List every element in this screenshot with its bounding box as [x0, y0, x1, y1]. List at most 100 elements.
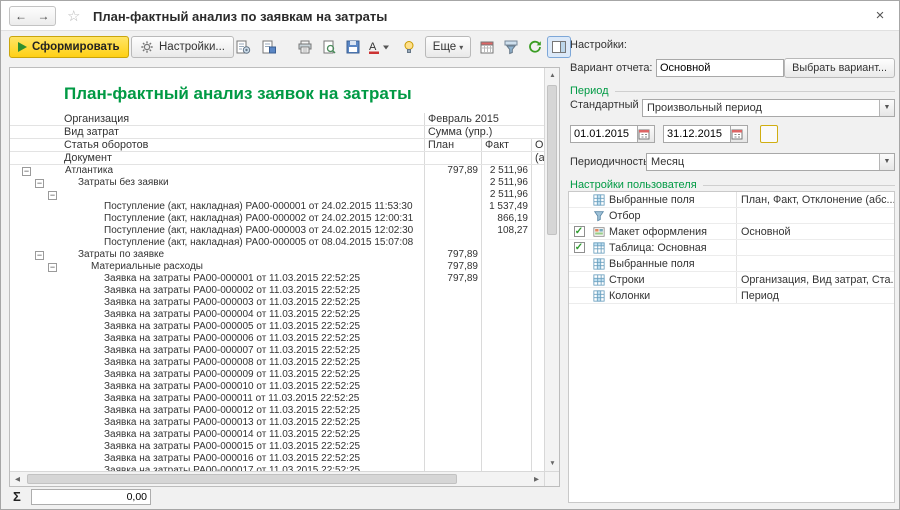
date-to-input[interactable] [663, 125, 731, 143]
fact-cell [481, 261, 531, 273]
fact-cell [481, 357, 531, 369]
setting-checkbox[interactable]: ✓ [574, 242, 585, 253]
report-data-row[interactable]: Заявка на затраты РА00-000001 от 11.03.2… [10, 273, 544, 285]
settings-button[interactable]: Настройки... [131, 36, 234, 58]
highlight-lamp-icon[interactable] [397, 36, 421, 58]
calendar-icon[interactable] [731, 125, 748, 143]
horizontal-scroll-thumb[interactable] [27, 474, 457, 484]
report-group-row[interactable]: −Атлантика797,892 511,96 [10, 165, 544, 177]
row-label: Затраты без заявки [78, 177, 169, 189]
columns-icon [589, 290, 609, 302]
scroll-left-icon[interactable]: ◀ [10, 472, 25, 487]
user-setting-row[interactable]: Отбор [569, 208, 894, 224]
scroll-up-icon[interactable]: ▲ [545, 68, 560, 83]
report-data-row[interactable]: Заявка на затраты РА00-000002 от 11.03.2… [10, 285, 544, 297]
row-label: Затраты по заявке [78, 249, 164, 261]
user-setting-name: Таблица: Основная [609, 242, 736, 254]
user-setting-row[interactable]: Выбранные поля [569, 256, 894, 272]
report-data-row[interactable]: Поступление (акт, накладная) РА00-000002… [10, 213, 544, 225]
report-data-row[interactable]: Заявка на затраты РА00-000003 от 11.03.2… [10, 297, 544, 309]
combo-arrow-icon[interactable]: ▼ [879, 154, 894, 170]
back-button[interactable]: ← [9, 6, 33, 26]
scroll-down-icon[interactable]: ▼ [545, 456, 560, 471]
plan-cell [424, 417, 481, 429]
dropdown-arrow-icon: ▾ [459, 43, 463, 52]
standard-variant-combo[interactable]: Произвольный период ▼ [642, 99, 895, 117]
forward-button[interactable]: → [32, 6, 56, 26]
report-data-row[interactable]: Заявка на затраты РА00-000006 от 11.03.2… [10, 333, 544, 345]
report-data-row[interactable]: Заявка на затраты РА00-000007 от 11.03.2… [10, 345, 544, 357]
date-from-input[interactable] [570, 125, 638, 143]
report-data-row[interactable]: Заявка на затраты РА00-000004 от 11.03.2… [10, 309, 544, 321]
report-data-row[interactable]: Заявка на затраты РА00-000015 от 11.03.2… [10, 441, 544, 453]
report-group-row[interactable]: −Затраты без заявки2 511,96 [10, 177, 544, 189]
deviation-cell [531, 213, 544, 225]
user-setting-row[interactable]: Выбранные поляПлан, Факт, Отклонение (аб… [569, 192, 894, 208]
generate-button[interactable]: Сформировать [9, 36, 129, 58]
periodicity-combo[interactable]: Месяц ▼ [646, 153, 895, 171]
save-variant-icon[interactable] [257, 36, 281, 58]
combo-arrow-icon[interactable]: ▼ [879, 100, 894, 116]
collapse-minus-icon[interactable]: − [35, 179, 44, 188]
plan-cell [424, 297, 481, 309]
app-window: { "window": { "title": "План-фактный ана… [0, 0, 900, 510]
report-data-row[interactable]: Заявка на затраты РА00-000012 от 11.03.2… [10, 405, 544, 417]
choose-variant-button[interactable]: Выбрать вариант... [784, 58, 895, 78]
printer-icon[interactable] [293, 36, 317, 58]
sum-total-field[interactable] [31, 489, 151, 505]
report-data-row[interactable]: Заявка на затраты РА00-000014 от 11.03.2… [10, 429, 544, 441]
close-button[interactable]: × [871, 7, 889, 24]
report-data-row[interactable]: Заявка на затраты РА00-000008 от 11.03.2… [10, 357, 544, 369]
user-setting-row[interactable]: ✓ Таблица: Основная [569, 240, 894, 256]
row-label: Заявка на затраты РА00-000010 от 11.03.2… [104, 381, 360, 393]
user-setting-row[interactable]: ✓Макет оформленияОсновной [569, 224, 894, 240]
print-preview-icon[interactable] [317, 36, 341, 58]
report-data-row[interactable]: Поступление (акт, накладная) РА00-000005… [10, 237, 544, 249]
report-data-row[interactable]: Заявка на затраты РА00-000011 от 11.03.2… [10, 393, 544, 405]
report-data-row[interactable]: Заявка на затраты РА00-000009 от 11.03.2… [10, 369, 544, 381]
report-data-row[interactable]: Заявка на затраты РА00-000010 от 11.03.2… [10, 381, 544, 393]
collapse-minus-icon[interactable]: − [22, 167, 31, 176]
user-setting-row[interactable]: СтрокиОрганизация, Вид затрат, Ста... [569, 272, 894, 288]
scroll-right-icon[interactable]: ▶ [529, 472, 544, 487]
user-setting-value [736, 240, 894, 255]
period-options-button[interactable] [760, 125, 778, 143]
report-data-row[interactable]: Заявка на затраты РА00-000005 от 11.03.2… [10, 321, 544, 333]
choose-variant-icon[interactable] [231, 36, 255, 58]
report-group-row[interactable]: −Затраты по заявке797,89 [10, 249, 544, 261]
more-label: Еще [433, 41, 456, 53]
vertical-scroll-thumb[interactable] [547, 85, 557, 235]
report-group-row[interactable]: −Материальные расходы797,89 [10, 261, 544, 273]
report-data-row[interactable]: Заявка на затраты РА00-000016 от 11.03.2… [10, 453, 544, 465]
report-data-row[interactable]: Заявка на затраты РА00-000013 от 11.03.2… [10, 417, 544, 429]
report-data-row[interactable]: Поступление (акт, накладная) РА00-000001… [10, 201, 544, 213]
collapse-minus-icon[interactable]: − [35, 251, 44, 260]
refresh-icon[interactable] [523, 36, 547, 58]
fact-cell [481, 285, 531, 297]
filter-table-icon[interactable] [499, 36, 523, 58]
plan-cell [424, 309, 481, 321]
row-label-cell: Заявка на затраты РА00-000013 от 11.03.2… [10, 417, 424, 429]
save-file-icon[interactable] [341, 36, 365, 58]
favorite-star-icon[interactable]: ☆ [67, 7, 80, 25]
period-calendar-icon[interactable] [475, 36, 499, 58]
font-color-icon[interactable]: A [365, 36, 393, 58]
variant-input[interactable] [656, 59, 784, 77]
gear-icon [140, 40, 154, 54]
user-setting-row[interactable]: КолонкиПериод [569, 288, 894, 304]
period-column-header: Февраль 2015 [424, 113, 544, 125]
more-button[interactable]: Еще ▾ [425, 36, 471, 58]
vertical-scrollbar[interactable]: ▲ ▼ [544, 68, 559, 471]
calendar-icon[interactable] [638, 125, 655, 143]
collapse-minus-icon[interactable]: − [48, 191, 57, 200]
report-data-row[interactable]: Поступление (акт, накладная) РА00-000003… [10, 225, 544, 237]
row-label-cell: Поступление (акт, накладная) РА00-000001… [10, 201, 424, 213]
collapse-minus-icon[interactable]: − [48, 263, 57, 272]
plan-cell [424, 225, 481, 237]
row-label-cell: Заявка на затраты РА00-000012 от 11.03.2… [10, 405, 424, 417]
horizontal-scrollbar[interactable]: ◀ ▶ [10, 471, 544, 486]
variant-label: Вариант отчета: [570, 62, 653, 74]
setting-checkbox[interactable]: ✓ [574, 226, 585, 237]
fact-cell [481, 333, 531, 345]
report-group-row[interactable]: −2 511,96 [10, 189, 544, 201]
